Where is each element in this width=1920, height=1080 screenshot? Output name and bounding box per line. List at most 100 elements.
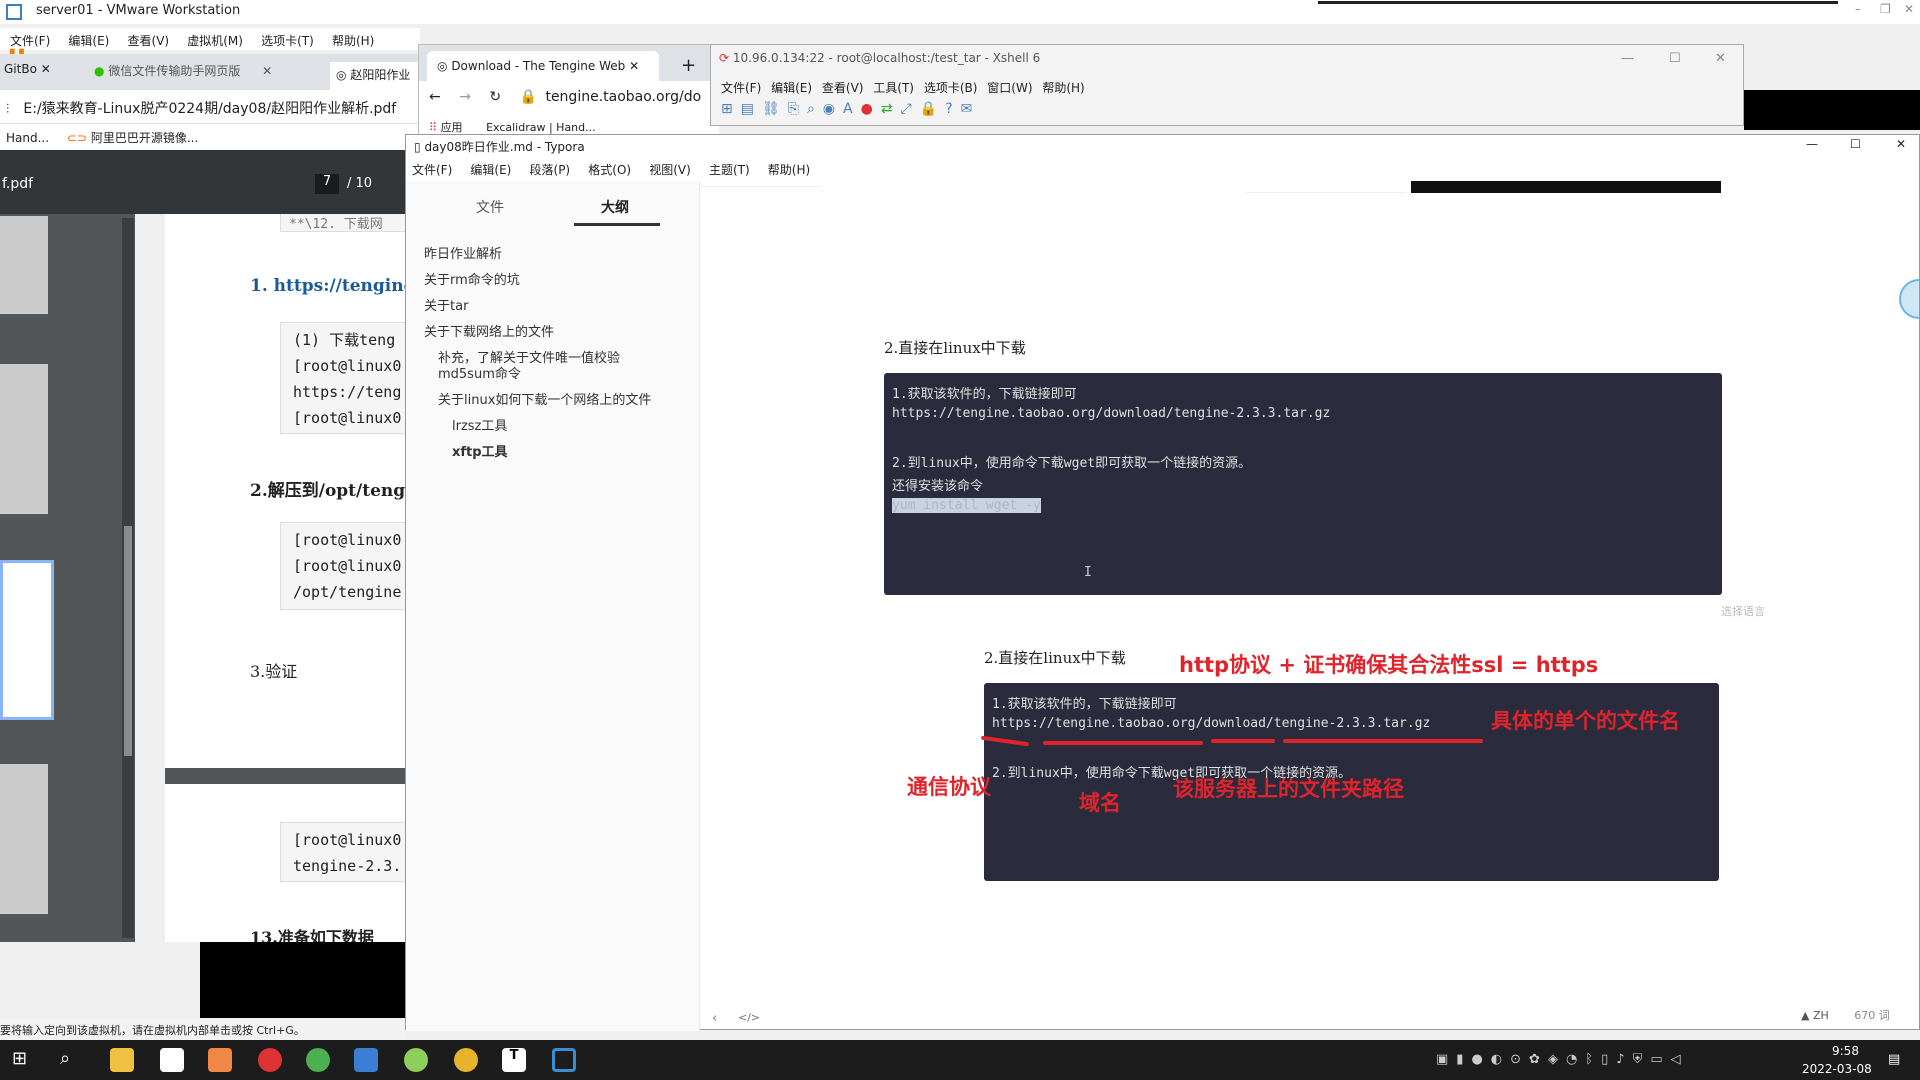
tray-icon[interactable]: ▣ (1436, 1052, 1456, 1067)
tab-download[interactable]: ◎ Download - The Tengine Web ✕ (427, 51, 659, 81)
clock-time[interactable]: 9:58 (1832, 1044, 1859, 1058)
outline-item[interactable]: 关于下载网络上的文件 (424, 321, 554, 340)
pdf-thumb[interactable] (0, 364, 48, 514)
new-tab-button[interactable]: + (681, 55, 696, 76)
tab-pdf[interactable]: ◎ 赵阳阳作业 (330, 62, 430, 90)
wifi-icon[interactable]: ◔ (1566, 1052, 1585, 1067)
clock-date[interactable]: 2022-03-08 (1802, 1062, 1872, 1076)
xshell-menu-help[interactable]: 帮助(H) (1042, 81, 1084, 95)
volume-icon[interactable]: ◁ (1671, 1052, 1689, 1067)
minimize-button[interactable]: — (1621, 51, 1634, 66)
globe-icon[interactable]: ◉ (823, 101, 843, 117)
typora-menu-file[interactable]: 文件(F) (412, 163, 452, 177)
app-icon[interactable] (404, 1048, 428, 1072)
address-text[interactable]: E:/猿来教育-Linux脱产0224期/day08/赵阳阳作业解析.pdf (23, 101, 396, 117)
outline-item[interactable]: 关于rm命令的坑 (424, 269, 520, 288)
bluetooth-icon[interactable]: ᛒ (1585, 1052, 1601, 1067)
close-icon[interactable]: ✕ (41, 62, 51, 76)
typora-menu-view[interactable]: 视图(V) (649, 163, 691, 177)
typora-menu-edit[interactable]: 编辑(E) (470, 163, 511, 177)
xshell-menu-view[interactable]: 查看(V) (822, 81, 864, 95)
chrome-icon[interactable] (306, 1048, 330, 1072)
tab-gitbook[interactable]: GitBo ✕ (4, 62, 80, 90)
typora-editor[interactable]: 2.直接在linux中下载 1.获取该软件的，下载链接即可 https://te… (701, 181, 1919, 1007)
heading[interactable]: 2.直接在linux中下载 (884, 337, 1026, 358)
close-icon[interactable]: ✕ (262, 64, 272, 78)
record-icon[interactable]: ● (861, 101, 881, 117)
typora-menu-help[interactable]: 帮助(H) (768, 163, 810, 177)
tray-icon[interactable]: ✿ (1529, 1052, 1548, 1067)
code-block[interactable]: 1.获取该软件的，下载链接即可 https://tengine.taobao.o… (884, 373, 1722, 595)
outline-item[interactable]: lrzsz工具 (452, 415, 507, 434)
mic-icon[interactable]: ♪ (1616, 1052, 1632, 1067)
xshell-menu-file[interactable]: 文件(F) (721, 81, 761, 95)
language-hint[interactable]: 选择语言 (1721, 603, 1831, 619)
vm-menu-edit[interactable]: 编辑(E) (68, 34, 109, 48)
vm-menu-tabs[interactable]: 选项卡(T) (261, 34, 314, 48)
typora-icon[interactable]: T (502, 1048, 526, 1072)
close-button[interactable]: ✕ (1715, 51, 1726, 66)
battery-icon[interactable]: ▯ (1601, 1052, 1616, 1067)
close-button[interactable]: ✕ (1896, 137, 1906, 151)
bookmark-aliyun[interactable]: 阿里巴巴开源镜像... (91, 131, 198, 145)
bookmark-excalidraw[interactable]: Excalidraw | Hand... (486, 121, 596, 134)
pdf-thumb[interactable] (0, 216, 48, 314)
outline-item[interactable]: 昨日作业解析 (424, 243, 502, 262)
tray-icon[interactable]: ⊙ (1510, 1052, 1529, 1067)
back-icon[interactable]: ← (429, 89, 441, 105)
forward-icon[interactable]: → (459, 89, 471, 105)
tray-icon[interactable]: ◈ (1548, 1052, 1566, 1067)
notification-icon[interactable]: ▤ (1888, 1052, 1900, 1067)
tab-wechat[interactable]: ● 微信文件传输助手网页版 ✕ (94, 62, 314, 90)
tray-icon[interactable]: ◐ (1491, 1052, 1510, 1067)
vm-menu-vm[interactable]: 虚拟机(M) (187, 34, 243, 48)
search-icon[interactable]: ⌕ (60, 1048, 84, 1072)
pdf-page-input[interactable]: 7 (315, 174, 339, 194)
pdf-thumb-active[interactable] (0, 560, 54, 720)
tab-files[interactable]: 文件 (476, 197, 504, 217)
bookmark-hand[interactable]: Hand... (6, 131, 49, 145)
pdf-scroll-thumb[interactable] (124, 526, 132, 756)
search-icon[interactable]: ⌕ (807, 101, 823, 117)
scroll-up-button[interactable] (1899, 279, 1919, 319)
heading[interactable]: 2.直接在linux中下载 (984, 647, 1126, 668)
link-icon[interactable]: ⛓ (762, 101, 788, 117)
typora-menu-theme[interactable]: 主题(T) (709, 163, 750, 177)
file-explorer-icon[interactable] (110, 1048, 134, 1072)
chevron-left-icon[interactable]: ‹ (712, 1011, 717, 1026)
shield-icon[interactable]: ⛨ (1633, 1052, 1651, 1067)
app-icon[interactable] (160, 1048, 184, 1072)
tray-icon[interactable]: ● (1471, 1052, 1490, 1067)
vmware-icon[interactable] (552, 1048, 576, 1072)
open-folder-icon[interactable]: ▤ (741, 101, 762, 117)
xshell-icon[interactable] (258, 1048, 282, 1072)
transfer-icon[interactable]: ⇄ (881, 101, 901, 117)
maximize-button[interactable]: ☐ (1850, 137, 1861, 151)
bookmark-apps[interactable]: 应用 (441, 121, 463, 134)
xshell-menu-tabs[interactable]: 选项卡(B) (924, 81, 978, 95)
windows-start-icon[interactable]: ⊞ (12, 1048, 36, 1072)
vm-menu-file[interactable]: 文件(F) (10, 34, 50, 48)
word-count[interactable]: 670 词 (1854, 1009, 1890, 1022)
typora-menu-format[interactable]: 格式(O) (588, 163, 631, 177)
lock-icon[interactable]: 🔒 (920, 101, 945, 117)
tray-icon[interactable]: ▮ (1456, 1052, 1471, 1067)
url-text[interactable]: tengine.taobao.org/do (545, 89, 701, 105)
chrome-address-bar[interactable]: ⫶ E:/猿来教育-Linux脱产0224期/day08/赵阳阳作业解析.pdf (0, 90, 430, 124)
font-icon[interactable]: A (843, 101, 861, 117)
xshell-menu-window[interactable]: 窗口(W) (987, 81, 1032, 95)
outline-item[interactable]: 关于linux如何下载一个网络上的文件 (438, 389, 651, 408)
outline-item[interactable]: 关于tar (424, 295, 468, 314)
typora-menu-paragraph[interactable]: 段落(P) (530, 163, 571, 177)
app-icon[interactable] (354, 1048, 378, 1072)
fullscreen-icon[interactable]: ⤢ (901, 101, 920, 117)
copy-icon[interactable]: ⎘ (788, 101, 807, 117)
outline-item-active[interactable]: xftp工具 (452, 441, 508, 460)
minimize-button[interactable]: – (1855, 2, 1861, 16)
vm-menu-help[interactable]: 帮助(H) (332, 34, 374, 48)
network-icon[interactable]: ▭ (1650, 1052, 1670, 1067)
app-icon[interactable] (208, 1048, 232, 1072)
pdf-link[interactable]: 1. https://tengine.t (250, 276, 428, 296)
new-session-icon[interactable]: ⊞ (721, 101, 741, 117)
source-code-icon[interactable]: </> (738, 1011, 760, 1024)
